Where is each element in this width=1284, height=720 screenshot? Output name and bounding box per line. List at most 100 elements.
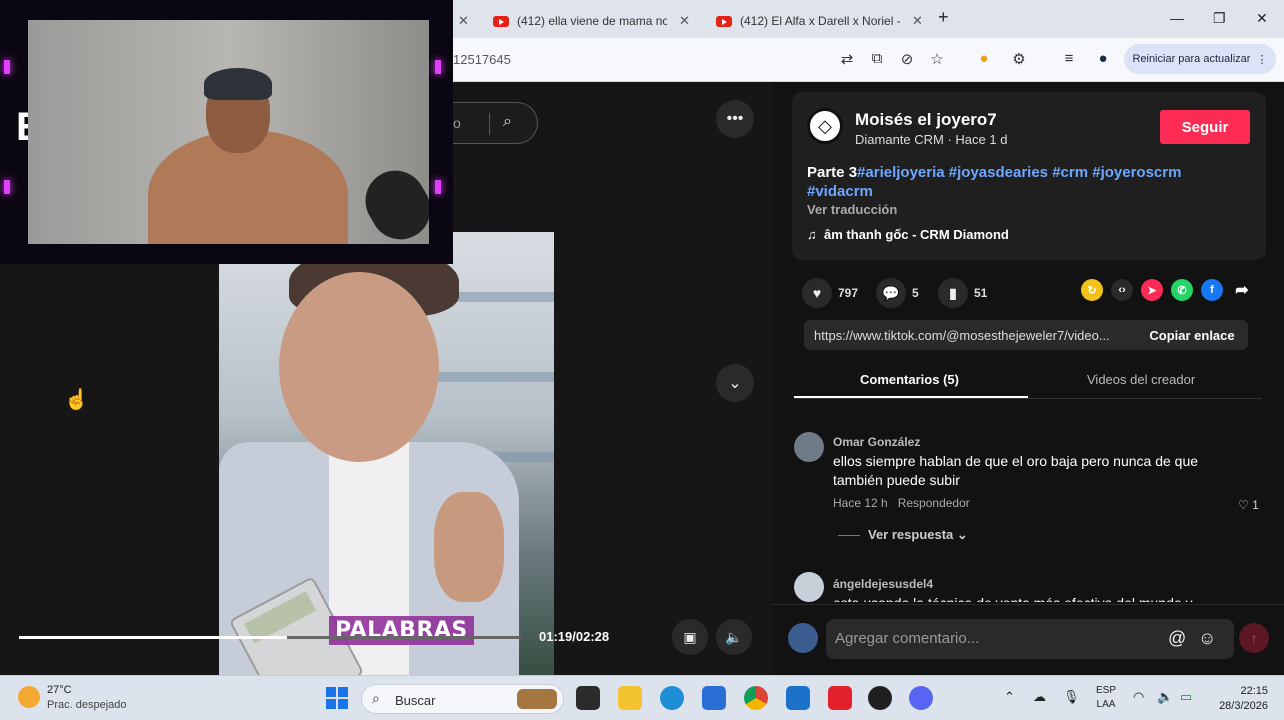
youtube-icon (716, 15, 732, 27)
hashtag[interactable]: #crm (1052, 164, 1088, 181)
volume-icon[interactable]: 🔈 (1157, 689, 1173, 705)
chevron-up-icon[interactable]: ⌃ (1004, 689, 1015, 705)
store-icon[interactable] (702, 686, 726, 710)
tab-youtube-2[interactable]: (412) El Alfa x Darell x Noriel - A ✕ (716, 6, 931, 36)
search-icon[interactable]: ⌕ (503, 113, 512, 131)
video-frame[interactable]: PALABRAS (219, 232, 554, 689)
search-bar[interactable]: o ⌕ (453, 102, 538, 144)
webcam-overlay: E (0, 0, 453, 264)
mention-icon[interactable]: @ (1168, 628, 1186, 649)
install-icon[interactable]: ⧉ (867, 50, 887, 67)
extension-color-icon[interactable]: ● (974, 50, 994, 67)
copy-link-button[interactable]: Copiar enlace (1136, 320, 1248, 350)
comment-count: 5 (912, 286, 919, 300)
search-highlight-image (517, 689, 557, 709)
more-options-button[interactable]: ••• (716, 100, 754, 138)
weather-temp[interactable]: 27°C (47, 684, 72, 696)
embed-icon[interactable]: ‹› (1111, 279, 1133, 301)
wps-icon[interactable] (828, 686, 852, 710)
battery-icon[interactable]: ▭ (1180, 689, 1192, 705)
file-explorer-icon[interactable] (618, 686, 642, 710)
emoji-icon[interactable]: ☺ (1198, 628, 1216, 649)
close-icon[interactable]: ✕ (679, 13, 690, 29)
hashtag[interactable]: #joyasdearies (949, 164, 1048, 181)
like-count: 797 (838, 286, 859, 300)
tab-youtube-1[interactable]: (412) ella viene de mama no la ✕ (493, 6, 698, 36)
tab-comments[interactable]: Comentarios (5) (860, 372, 959, 387)
profile-icon[interactable]: ● (1093, 50, 1113, 67)
pip-button[interactable]: ▣ (672, 619, 708, 655)
edge-icon[interactable] (660, 686, 684, 710)
minimize-button[interactable]: — (1170, 10, 1184, 26)
language-indicator[interactable]: ESP LAA (1096, 684, 1116, 712)
tab-creator-videos[interactable]: Videos del creador (1087, 372, 1195, 387)
whatsapp-icon[interactable]: ✆ (1171, 279, 1193, 301)
commenter-avatar[interactable] (794, 432, 824, 462)
author-name[interactable]: Moisés el joyero7 (855, 110, 997, 130)
music-info[interactable]: ♫ âm thanh gốc - CRM Diamond (807, 227, 1009, 242)
share-arrow-icon[interactable]: ➦ (1231, 279, 1253, 301)
task-view-icon[interactable] (576, 686, 600, 710)
media-icon[interactable]: ≡ (1059, 50, 1079, 67)
divider (838, 535, 860, 537)
tab-divider (794, 398, 1262, 399)
start-button[interactable] (326, 687, 348, 709)
weather-icon[interactable] (18, 686, 40, 708)
comment-button[interactable]: 💬 5 (876, 278, 919, 308)
chrome-icon[interactable] (744, 686, 768, 710)
like-button[interactable]: ♥ 797 (802, 278, 858, 308)
see-translation-link[interactable]: Ver traducción (807, 202, 897, 217)
active-tab-indicator (794, 396, 1028, 398)
taskbar-search[interactable]: ⌕ Buscar (361, 684, 564, 714)
comment-like[interactable]: ♡ 1 (1238, 498, 1259, 512)
microphone-icon[interactable]: 🎙 (1063, 689, 1080, 705)
volume-button[interactable]: 🔈 (716, 619, 752, 655)
video-progress-bar[interactable] (19, 636, 521, 639)
wifi-icon[interactable]: ◠ (1133, 689, 1144, 705)
url-text[interactable]: 12517645 (453, 52, 511, 67)
tab-close-active[interactable]: ✕ (458, 6, 469, 36)
next-video-button[interactable]: ⌄ (716, 364, 754, 402)
onedrive-icon[interactable]: ☁ (1033, 689, 1046, 705)
hashtag[interactable]: #joyeroscrm (1092, 164, 1181, 181)
star-icon[interactable]: ☆ (927, 50, 947, 68)
save-button[interactable]: ▮ 51 (938, 278, 987, 308)
clock[interactable]: 22:15 28/3/2026 (1210, 684, 1268, 714)
hashtag[interactable]: #vidacrm (807, 183, 873, 200)
update-button[interactable]: Reiniciar para actualizar ⋮ (1124, 44, 1276, 74)
discord-icon[interactable] (909, 686, 933, 710)
commenter-avatar[interactable] (794, 572, 824, 602)
reply-link[interactable]: Respondedor (898, 496, 970, 510)
commenter-name[interactable]: Omar González (833, 435, 920, 449)
send-icon[interactable]: ➤ (1141, 279, 1163, 301)
neon-light (4, 180, 10, 194)
clock-date: 28/3/2026 (1219, 700, 1268, 712)
share-repost-icon[interactable]: ↻ (1081, 279, 1103, 301)
close-icon[interactable]: ✕ (912, 13, 923, 29)
send-comment-button[interactable]: ↑ (1239, 623, 1269, 653)
view-replies[interactable]: Ver respuesta ⌄ (838, 527, 968, 543)
follow-button[interactable]: Seguir (1160, 110, 1250, 144)
author-avatar[interactable]: ◇ (807, 108, 843, 144)
user-avatar[interactable] (788, 623, 818, 653)
eye-off-icon[interactable]: ⊘ (897, 50, 917, 68)
commenter-name[interactable]: ángeldejesusdel4 (833, 577, 933, 591)
close-window-button[interactable]: ✕ (1256, 10, 1268, 27)
obs-icon[interactable] (868, 686, 892, 710)
tab-title: (412) El Alfa x Darell x Noriel - A (740, 14, 900, 28)
hashtag[interactable]: #arieljoyeria (857, 164, 945, 181)
share-link-field[interactable]: https://www.tiktok.com/@mosesthejeweler7… (804, 320, 1136, 350)
translate-icon[interactable]: ⇄ (837, 50, 857, 68)
comment-meta: Hace 12 h Respondedor (833, 496, 970, 510)
maximize-button[interactable]: ❐ (1213, 10, 1226, 27)
taskbar: 27°C Prac. despejado ⌕ Buscar ⌃ ☁ 🎙 ESP L… (0, 675, 1284, 720)
facebook-icon[interactable]: f (1201, 279, 1223, 301)
puzzle-icon[interactable]: ⚙ (1009, 50, 1029, 68)
outlook-icon[interactable] (786, 686, 810, 710)
close-icon[interactable]: ✕ (458, 13, 469, 29)
video-progress-fill (19, 636, 288, 639)
post-panel: ◇ Moisés el joyero7 Diamante CRM · Hace … (772, 82, 1284, 675)
hand-cursor-icon: ☝ (64, 389, 89, 411)
new-tab-button[interactable]: + (938, 7, 949, 28)
weather-desc[interactable]: Prac. despejado (47, 699, 127, 711)
